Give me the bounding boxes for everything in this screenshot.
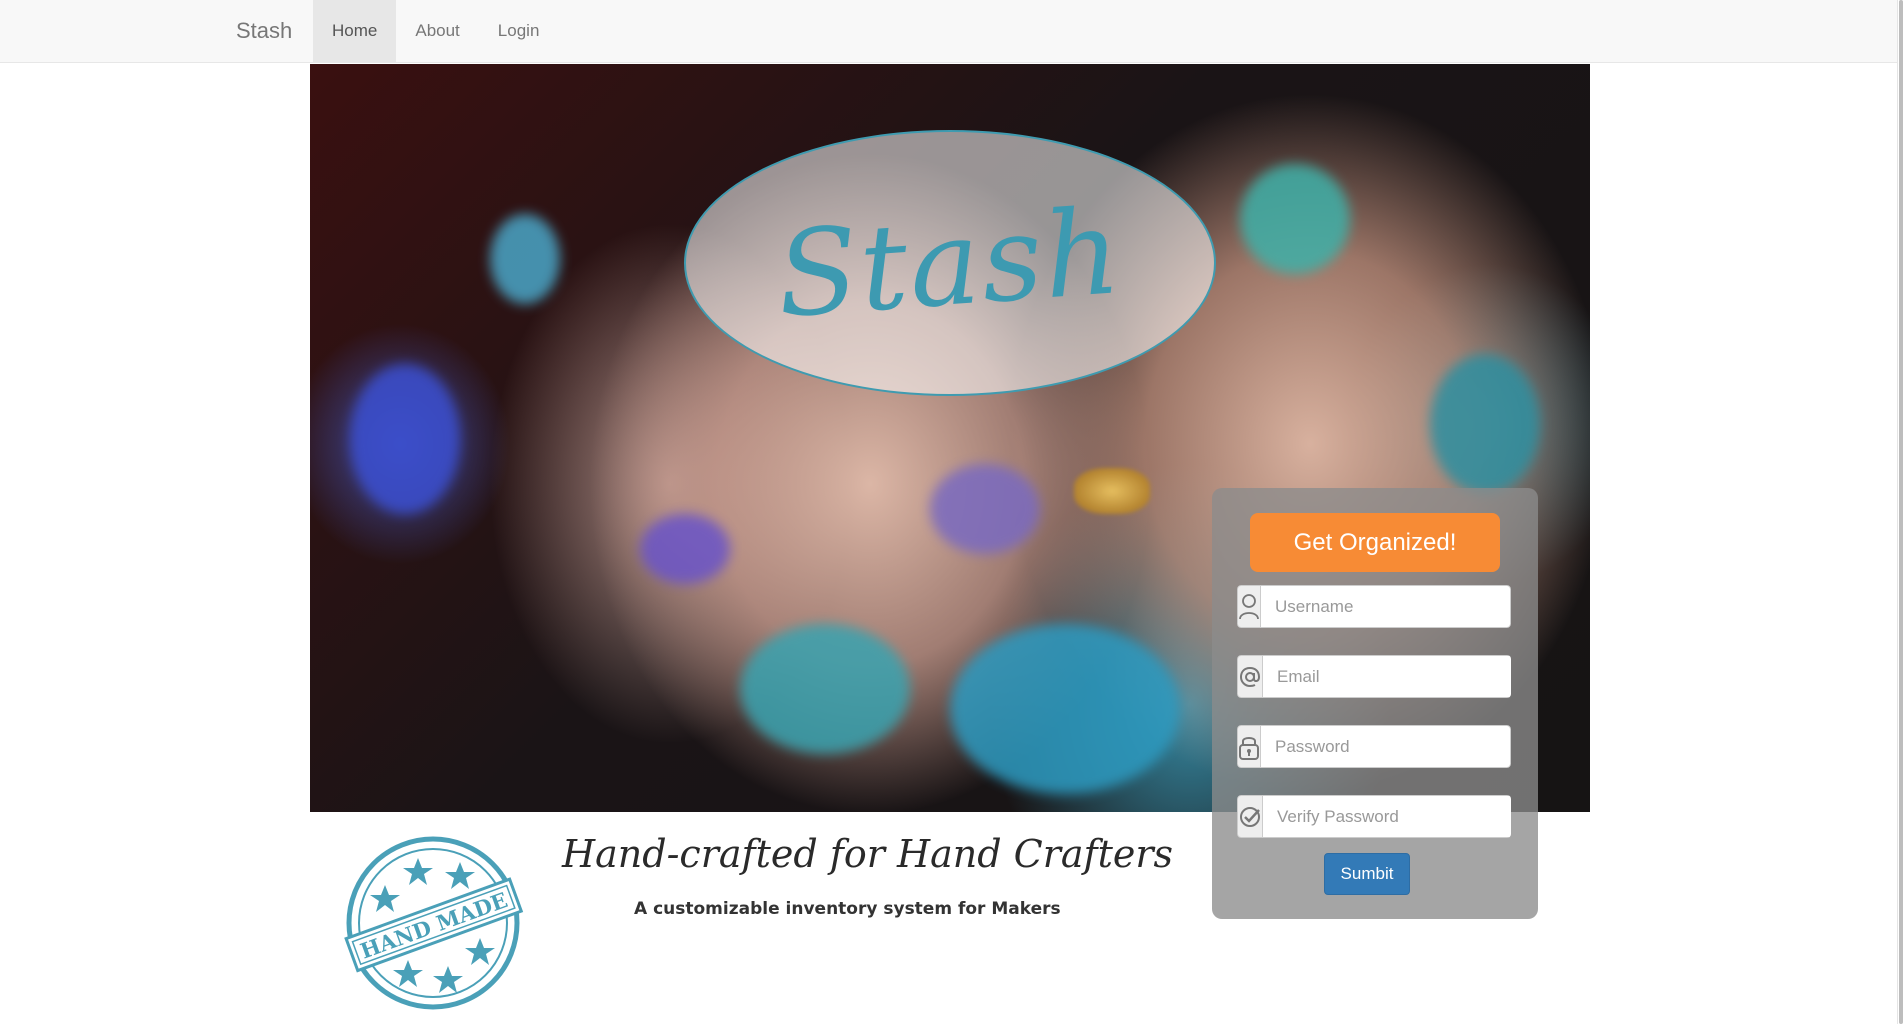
username-input[interactable] <box>1261 585 1511 628</box>
check-circle-icon <box>1237 795 1263 838</box>
tagline: Hand-crafted for Hand Crafters <box>562 832 1174 876</box>
user-icon <box>1237 585 1261 628</box>
wedding-ring <box>1074 468 1150 514</box>
paint-splotch <box>1430 354 1540 494</box>
paint-splotch <box>640 514 730 584</box>
at-icon <box>1237 655 1263 698</box>
navbar-brand[interactable]: Stash <box>236 0 292 62</box>
nav-item-about[interactable]: About <box>396 0 478 62</box>
password-field <box>1237 725 1511 768</box>
username-field <box>1237 585 1511 628</box>
paint-splotch <box>740 624 910 754</box>
logo-oval: Stash <box>684 130 1216 396</box>
paint-splotch <box>350 364 460 514</box>
nav-item-home[interactable]: Home <box>313 0 397 62</box>
paint-splotch <box>930 464 1040 554</box>
logo-text: Stash <box>773 182 1127 344</box>
hand-made-stamp: HAND MADE <box>340 830 526 1016</box>
navbar: Stash Home About Login <box>0 0 1904 63</box>
scrollbar[interactable] <box>1897 0 1904 1024</box>
subtagline: A customizable inventory system for Make… <box>634 899 1061 919</box>
nav-item-login[interactable]: Login <box>479 0 559 62</box>
paint-splotch <box>1240 164 1350 274</box>
submit-button[interactable]: Sumbit <box>1324 853 1410 895</box>
scrollbar-thumb[interactable] <box>1899 0 1903 1024</box>
email-input[interactable] <box>1263 655 1511 698</box>
nav-menu: Home About Login <box>313 0 558 62</box>
email-field <box>1237 655 1511 698</box>
get-organized-button[interactable]: Get Organized! <box>1250 513 1500 572</box>
signup-panel: Get Organized! Sumbit <box>1212 488 1538 919</box>
verify-password-input[interactable] <box>1263 795 1511 838</box>
verify-password-field <box>1237 795 1511 838</box>
password-input[interactable] <box>1261 725 1511 768</box>
lock-icon <box>1237 725 1261 768</box>
paint-splotch <box>490 214 560 304</box>
paint-splotch <box>950 624 1180 794</box>
